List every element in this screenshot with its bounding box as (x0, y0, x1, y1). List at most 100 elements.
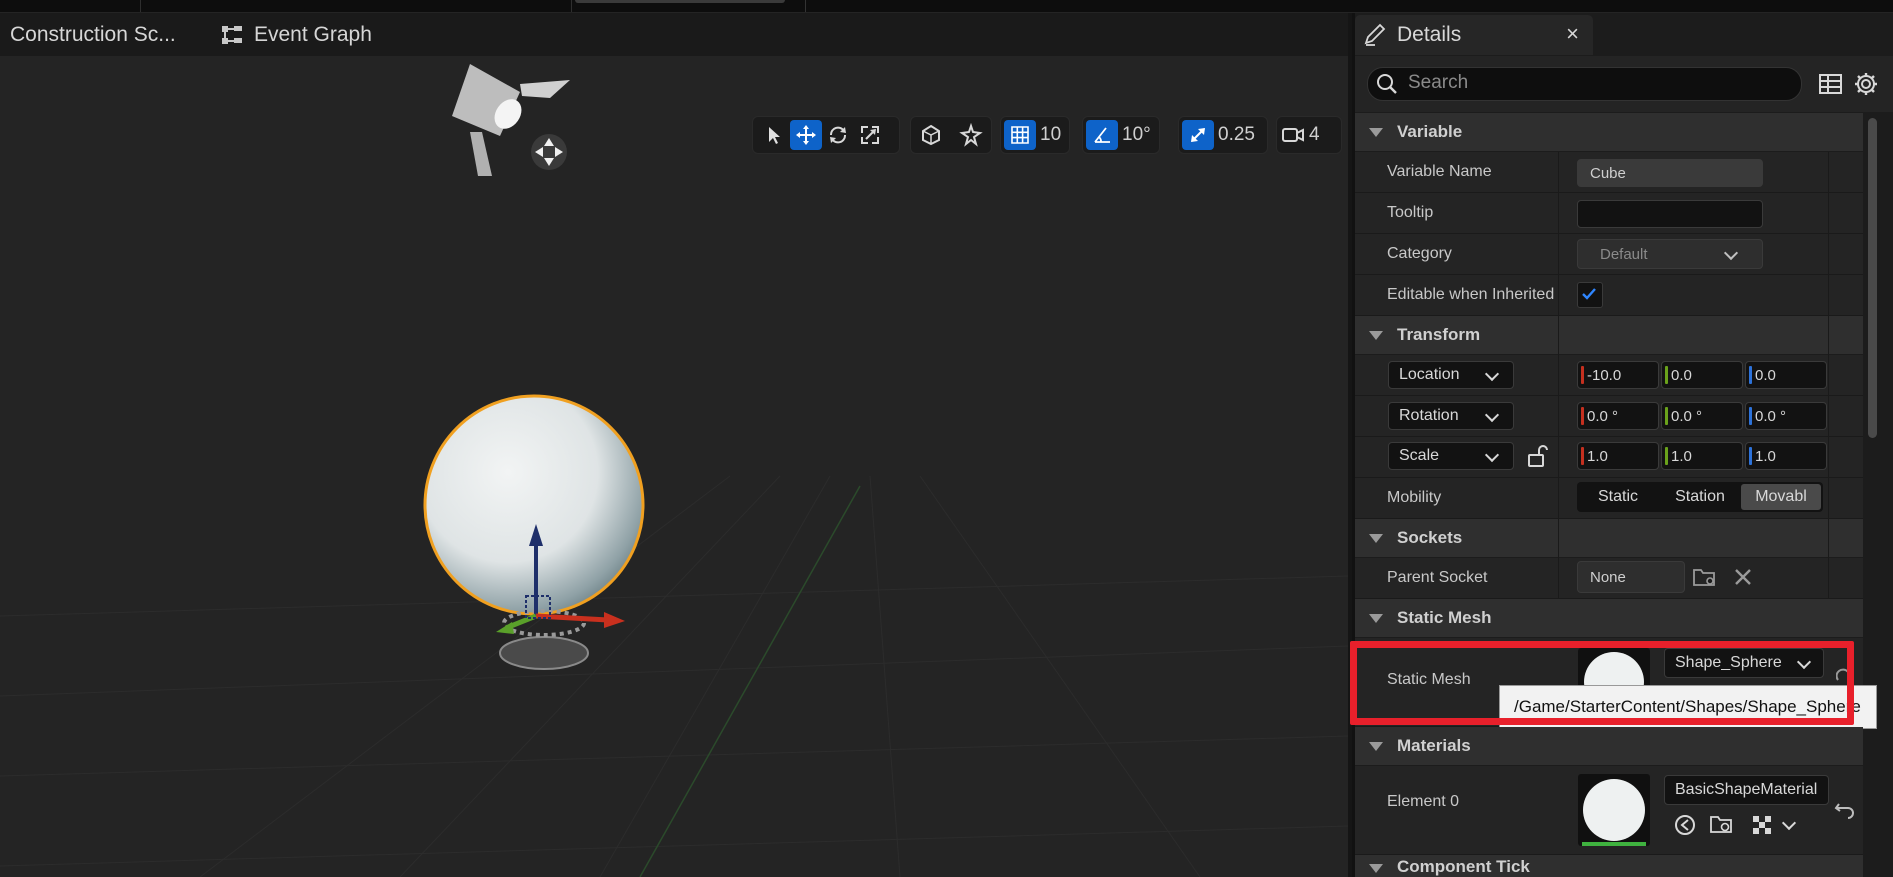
location-x-input[interactable]: -10.0 (1577, 361, 1659, 389)
close-icon[interactable]: × (1566, 21, 1579, 47)
scale-snap-toggle[interactable] (1182, 120, 1214, 150)
angle-snap-group: 10° (1082, 116, 1160, 154)
tab-event-graph[interactable]: Event Graph (220, 13, 372, 56)
scale-snap-value[interactable]: 0.25 (1214, 124, 1263, 146)
scale-y-value: 1.0 (1671, 447, 1692, 465)
section-static-mesh[interactable]: Static Mesh (1355, 599, 1863, 637)
scale-label: Scale (1399, 447, 1440, 464)
category-value: Default (1600, 245, 1648, 263)
material-value: BasicShapeMaterial (1675, 781, 1818, 798)
use-selected-asset-icon[interactable] (1672, 812, 1698, 838)
material-sphere-icon (1582, 779, 1646, 846)
category-dropdown[interactable]: Default (1577, 239, 1763, 269)
camera-speed-group: 4 (1276, 116, 1342, 154)
material-dropdown[interactable]: BasicShapeMaterial (1664, 775, 1829, 805)
variable-name-input[interactable]: Cube (1577, 159, 1763, 187)
editable-inherited-checkbox[interactable] (1577, 282, 1603, 308)
rotation-x-input[interactable]: 0.0 ° (1577, 402, 1659, 430)
rotation-label: Rotation (1399, 407, 1459, 424)
world-y-axis-line (639, 485, 861, 877)
mobility-movable-option[interactable]: Movabl (1741, 484, 1821, 510)
checkmark-icon (1582, 288, 1596, 300)
category-label: Category (1387, 245, 1452, 262)
gear-icon[interactable] (1853, 71, 1879, 97)
rotation-y-input[interactable]: 0.0 ° (1661, 402, 1743, 430)
section-component-tick-label: Component Tick (1397, 857, 1530, 876)
scale-snap-icon (1191, 128, 1205, 142)
location-z-input[interactable]: 0.0 (1745, 361, 1827, 389)
select-mode-button[interactable] (758, 120, 790, 150)
camera-speed-value[interactable]: 4 (1309, 124, 1328, 146)
rotation-x-value: 0.0 ° (1587, 407, 1619, 425)
material-thumbnail[interactable] (1578, 774, 1650, 846)
browse-folder-icon[interactable] (1692, 566, 1718, 588)
variable-name-value: Cube (1590, 164, 1626, 182)
table-view-icon[interactable] (1818, 72, 1844, 96)
mobility-static-option[interactable]: Static (1577, 488, 1659, 506)
section-sockets[interactable]: Sockets (1355, 519, 1863, 557)
angle-snap-toggle[interactable] (1086, 120, 1118, 150)
section-variable-label: Variable (1397, 122, 1463, 141)
rotate-mode-button[interactable] (822, 120, 854, 150)
move-icon (796, 125, 816, 145)
translate-mode-button[interactable] (790, 120, 822, 150)
section-transform[interactable]: Transform (1355, 316, 1863, 354)
location-y-input[interactable]: 0.0 (1661, 361, 1743, 389)
details-search-field[interactable]: Search (1367, 67, 1802, 101)
gizmo-pedestal (499, 636, 589, 670)
mobility-segmented-control: Static Station Movabl (1577, 482, 1823, 512)
transform-mode-group (752, 116, 900, 154)
rotation-y-value: 0.0 ° (1671, 407, 1703, 425)
element-0-label: Element 0 (1387, 793, 1460, 810)
section-variable[interactable]: Variable (1355, 113, 1863, 151)
parent-socket-value: None (1590, 568, 1626, 586)
location-x-value: -10.0 (1587, 366, 1622, 384)
location-label: Location (1399, 366, 1460, 383)
parent-socket-field[interactable]: None (1577, 561, 1685, 593)
surface-snap-button[interactable] (955, 120, 987, 150)
section-sockets-label: Sockets (1397, 528, 1463, 547)
grid-snap-value[interactable]: 10 (1036, 124, 1069, 146)
section-component-tick[interactable]: Component Tick (1355, 855, 1863, 877)
camera-speed-button[interactable] (1277, 120, 1309, 150)
angle-snap-value[interactable]: 10° (1118, 124, 1159, 146)
tab-construction-script[interactable]: Construction Sc... (10, 13, 176, 56)
parent-socket-label: Parent Socket (1387, 569, 1488, 586)
angle-icon (1094, 127, 1110, 143)
mobility-stationary-option[interactable]: Station (1659, 488, 1741, 506)
chevron-down-icon (1484, 447, 1500, 463)
chevron-down-icon (1484, 366, 1500, 382)
checker-texture-icon[interactable] (1751, 814, 1773, 836)
clear-x-icon[interactable] (1733, 567, 1753, 587)
camera-icon (1282, 128, 1304, 142)
highlight-box (1350, 641, 1854, 725)
scale-dropdown[interactable]: Scale (1388, 442, 1514, 470)
tab-construction-label: Construction Sc... (10, 22, 176, 46)
grid-snap-toggle[interactable] (1004, 120, 1036, 150)
scale-y-input[interactable]: 1.0 (1661, 442, 1743, 470)
directional-light-actor[interactable] (452, 64, 570, 176)
location-dropdown[interactable]: Location (1388, 361, 1514, 389)
section-materials[interactable]: Materials (1355, 727, 1863, 765)
world-icon (922, 124, 940, 146)
details-scrollbar-thumb[interactable] (1868, 118, 1877, 438)
section-materials-label: Materials (1397, 736, 1471, 755)
search-placeholder: Search (1408, 72, 1469, 93)
grid-snap-group: 10 (1000, 116, 1070, 154)
editable-inherited-label: Editable when Inherited (1387, 286, 1555, 303)
viewport[interactable]: 10 10° 0.25 4 (0, 56, 1348, 877)
scale-z-input[interactable]: 1.0 (1745, 442, 1827, 470)
reset-to-default-icon[interactable] (1834, 798, 1856, 820)
chevron-down-icon (1484, 407, 1500, 423)
mobility-label: Mobility (1387, 489, 1442, 506)
unlock-icon[interactable] (1526, 444, 1548, 468)
rotate-icon (830, 126, 846, 144)
scale-x-input[interactable]: 1.0 (1577, 442, 1659, 470)
browse-asset-icon[interactable] (1709, 813, 1735, 837)
details-tab[interactable]: Details × (1355, 15, 1593, 55)
rotation-dropdown[interactable]: Rotation (1388, 402, 1514, 430)
tooltip-input[interactable] (1577, 200, 1763, 228)
world-local-toggle[interactable] (915, 120, 947, 150)
rotation-z-input[interactable]: 0.0 ° (1745, 402, 1827, 430)
scale-mode-button[interactable] (854, 120, 886, 150)
